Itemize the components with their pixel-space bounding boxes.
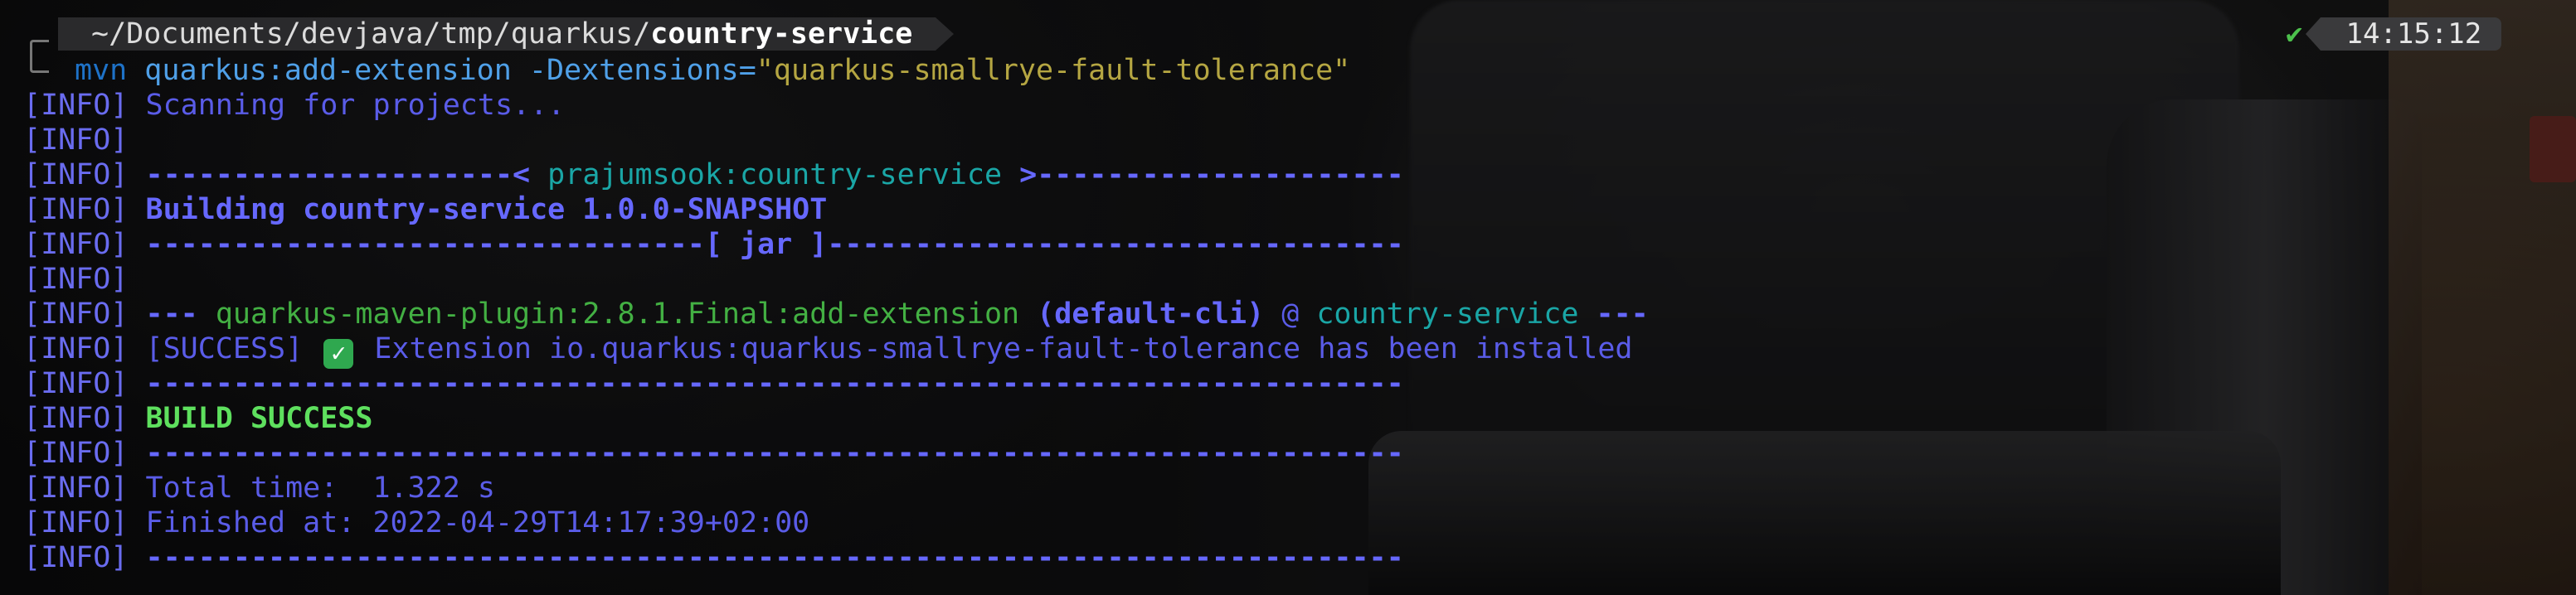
total-time: Total time: 1.322 s: [145, 472, 495, 505]
prompt-path-current: country-service: [650, 17, 913, 51]
plugin-goal: quarkus-maven-plugin:2.8.1.Final:add-ext…: [215, 298, 1020, 331]
artifact-rule-right: >---------------------: [1002, 158, 1404, 191]
plugin-suffix: ---: [1578, 298, 1649, 331]
plugin-module: country-service: [1316, 298, 1579, 331]
output-line: [INFO] BUILD SUCCESS: [23, 401, 372, 436]
command-string-arg: "quarkus-smallrye-fault-tolerance": [756, 54, 1351, 87]
separator: ----------------------------------------…: [145, 367, 1404, 400]
info-tag: [INFO]: [23, 472, 129, 505]
info-tag: [INFO]: [23, 367, 129, 400]
output-line: [INFO] Scanning for projects...: [23, 88, 565, 123]
info-tag: [INFO]: [23, 158, 129, 191]
output-line: [INFO] ---------------------< prajumsook…: [23, 157, 1404, 192]
plugin-prefix: ---: [145, 298, 216, 331]
check-mark-icon: ✓: [323, 339, 354, 369]
success-message: Extension io.quarkus:quarkus-smallrye-fa…: [357, 332, 1633, 365]
info-tag: [INFO]: [23, 123, 129, 157]
command-args: quarkus:add-extension -Dextensions=: [144, 54, 756, 87]
info-tag: [INFO]: [23, 437, 129, 470]
output-line: [INFO] --- quarkus-maven-plugin:2.8.1.Fi…: [23, 297, 1649, 331]
output-line: [INFO] ---------------------------------…: [23, 436, 1404, 471]
output-line: [INFO] Building country-service 1.0.0-SN…: [23, 192, 827, 227]
output-line: [INFO] [SUCCESS] ✓ Extension io.quarkus:…: [23, 331, 1633, 369]
building-text: Building country-service 1.0.0-SNAPSHOT: [145, 193, 828, 226]
info-tag: [INFO]: [23, 402, 129, 435]
output-line: [INFO] ---------------------------------…: [23, 366, 1404, 401]
prompt-status: ✔ 14:15:12: [2286, 17, 2502, 51]
prompt-path-segment: ~/Documents/devjava/tmp/quarkus/country-…: [58, 17, 955, 51]
jar-rule-right: ]---------------------------------: [792, 228, 1404, 261]
jar-label: jar: [739, 228, 793, 261]
output-line: [INFO]: [23, 123, 128, 157]
info-tag: [INFO]: [23, 228, 129, 261]
plugin-at: @: [1264, 298, 1317, 331]
info-tag: [INFO]: [23, 506, 129, 539]
info-tag: [INFO]: [23, 193, 129, 226]
output-line: [INFO] Finished at: 2022-04-29T14:17:39+…: [23, 506, 809, 540]
terminal-window[interactable]: ~/Documents/devjava/tmp/quarkus/country-…: [0, 0, 2576, 595]
prompt-path-prefix: ~/Documents/devjava/tmp/quarkus/: [91, 17, 651, 51]
plugin-execution: (default-cli): [1037, 298, 1265, 331]
build-success: BUILD SUCCESS: [145, 402, 373, 435]
success-tag: [SUCCESS]: [145, 332, 304, 365]
output-line: [INFO] --------------------------------[…: [23, 227, 1404, 262]
command-line[interactable]: mvn quarkus:add-extension -Dextensions="…: [75, 53, 1350, 88]
separator: ----------------------------------------…: [145, 437, 1404, 470]
artifact-id: prajumsook:country-service: [547, 158, 1003, 191]
prompt-time: 14:15:12: [2306, 17, 2502, 51]
output-line: [INFO]: [23, 262, 128, 297]
info-tag: [INFO]: [23, 541, 129, 574]
output-line: [INFO] ---------------------------------…: [23, 540, 1404, 575]
check-icon: ✔: [2286, 17, 2303, 51]
info-tag: [INFO]: [23, 263, 129, 296]
info-tag: [INFO]: [23, 298, 129, 331]
prompt-corner-icon: [30, 40, 49, 73]
output-text: Scanning for projects...: [145, 89, 566, 122]
separator: ----------------------------------------…: [145, 541, 1404, 574]
command-program: mvn: [75, 54, 128, 87]
info-tag: [INFO]: [23, 89, 129, 122]
finished-at: Finished at: 2022-04-29T14:17:39+02:00: [145, 506, 810, 539]
artifact-rule-left: ---------------------<: [145, 158, 548, 191]
info-tag: [INFO]: [23, 332, 129, 365]
jar-rule-left: --------------------------------[: [145, 228, 740, 261]
output-line: [INFO] Total time: 1.322 s: [23, 471, 495, 506]
